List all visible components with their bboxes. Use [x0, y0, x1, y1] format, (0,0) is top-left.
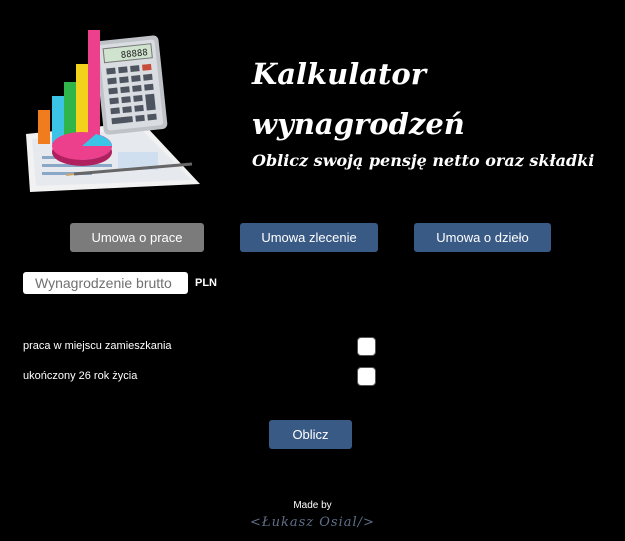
page-subtitle: Oblicz swoją pensję netto oraz składki: [252, 151, 595, 170]
option-label-residence: praca w miejscu zamieszkania: [23, 340, 172, 352]
residence-checkbox[interactable]: [357, 337, 376, 356]
age-26-checkbox[interactable]: [357, 367, 376, 386]
calculate-button[interactable]: Oblicz: [269, 420, 352, 449]
title-line-1: Kalkulator: [252, 57, 427, 91]
footer-made-by: Made by: [293, 500, 332, 511]
currency-label: PLN: [195, 277, 217, 289]
tab-umowa-o-prace[interactable]: Umowa o prace: [70, 223, 204, 252]
calculator-chart-illustration-icon: 88888: [26, 30, 200, 192]
page-title: Kalkulator wynagrodzeń: [252, 56, 465, 142]
tab-umowa-o-dzielo[interactable]: Umowa o dzieło: [414, 223, 551, 252]
author-signature: <Łukasz Osial/>: [250, 515, 375, 530]
tab-umowa-zlecenie[interactable]: Umowa zlecenie: [240, 223, 378, 252]
gross-salary-input[interactable]: [23, 272, 188, 294]
option-label-age-26: ukończony 26 rok życia: [23, 370, 138, 382]
title-line-2: wynagrodzeń: [252, 107, 465, 141]
